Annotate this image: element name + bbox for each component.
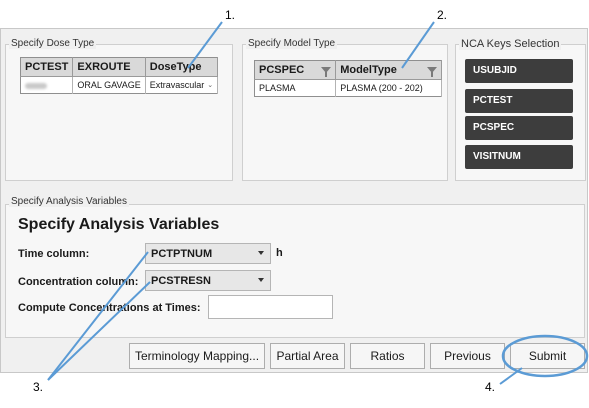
time-column-select[interactable]: PCTPTNUM (145, 243, 271, 264)
partial-area-button[interactable]: Partial Area (270, 343, 345, 369)
column-header-modeltype[interactable]: ModelType (335, 60, 442, 80)
redacted-pctest-cell (20, 76, 74, 94)
compute-concentrations-label: Compute Concentrations at Times: (18, 302, 201, 314)
nca-key-visitnum[interactable]: VISITNUM (465, 145, 573, 169)
pcspec-cell: PLASMA (254, 79, 337, 97)
analysis-title: Specify Analysis Variables (18, 216, 220, 233)
compute-times-input[interactable] (208, 295, 333, 319)
callout-2: 2. (437, 8, 448, 22)
dosetype-value: Extravascular (149, 80, 205, 90)
concentration-column-select[interactable]: PCSTRESN (145, 270, 271, 291)
exroute-cell: ORAL GAVAGE (72, 76, 146, 94)
column-header-pctest[interactable]: PCTEST (20, 57, 74, 77)
modeltype-header-label: ModelType (340, 64, 397, 76)
pcspec-header-label: PCSPEC (259, 64, 305, 76)
callout-3: 3. (33, 380, 44, 394)
table-header-row: PCTEST EXROUTE DoseType (20, 57, 219, 77)
table-header-row: PCSPEC ModelType (254, 60, 442, 80)
column-header-pcspec[interactable]: PCSPEC (254, 60, 337, 80)
nca-key-pcspec[interactable]: PCSPEC (465, 116, 573, 140)
model-type-table[interactable]: PCSPEC ModelType PLASMA PLASMA (200 - 20… (254, 60, 442, 97)
filter-icon[interactable] (427, 67, 437, 77)
filter-icon[interactable] (321, 67, 332, 77)
ratios-button[interactable]: Ratios (350, 343, 425, 369)
column-header-exroute[interactable]: EXROUTE (72, 57, 146, 77)
submit-button[interactable]: Submit (510, 343, 585, 369)
dose-type-table[interactable]: PCTEST EXROUTE DoseType ORAL GAVAGE Extr… (20, 57, 219, 94)
previous-button[interactable]: Previous (430, 343, 505, 369)
chevron-down-icon[interactable] (258, 251, 264, 255)
concentration-column-value: PCSTRESN (151, 275, 211, 287)
nca-key-usubjid[interactable]: USUBJID (465, 59, 573, 83)
time-unit: h (276, 247, 283, 259)
dose-type-group-label: Specify Dose Type (9, 38, 97, 49)
time-column-value: PCTPTNUM (151, 248, 213, 260)
dosetype-cell[interactable]: Extravascular ⌄ (145, 76, 219, 94)
time-column-label: Time column: (18, 248, 90, 260)
analysis-group-label: Specify Analysis Variables (9, 196, 129, 207)
nca-key-pctest[interactable]: PCTEST (465, 89, 573, 113)
column-header-dosetype[interactable]: DoseType (145, 57, 219, 77)
concentration-column-label: Concentration column: (18, 276, 139, 288)
modeltype-cell: PLASMA (200 - 202) (335, 79, 442, 97)
chevron-down-icon[interactable]: ⌄ (207, 81, 213, 89)
callout-1: 1. (225, 8, 236, 22)
chevron-down-icon[interactable] (258, 278, 264, 282)
callout-4: 4. (485, 380, 496, 394)
table-row[interactable]: PLASMA PLASMA (200 - 202) (254, 79, 442, 97)
model-type-group-label: Specify Model Type (246, 38, 338, 49)
nca-keys-group-label: NCA Keys Selection (459, 38, 562, 50)
terminology-mapping-button[interactable]: Terminology Mapping... (129, 343, 265, 369)
redacted-value (25, 82, 47, 89)
table-row[interactable]: ORAL GAVAGE Extravascular ⌄ (20, 76, 219, 94)
